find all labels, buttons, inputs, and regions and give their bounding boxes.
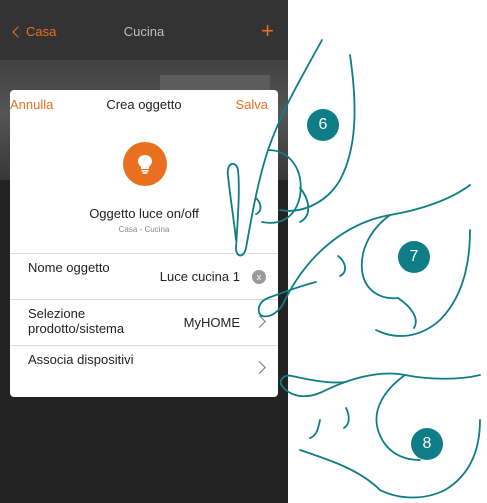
step-badge-6: 6 <box>307 109 339 141</box>
step-badge-7: 7 <box>398 241 430 273</box>
step-badge-8: 8 <box>411 428 443 460</box>
